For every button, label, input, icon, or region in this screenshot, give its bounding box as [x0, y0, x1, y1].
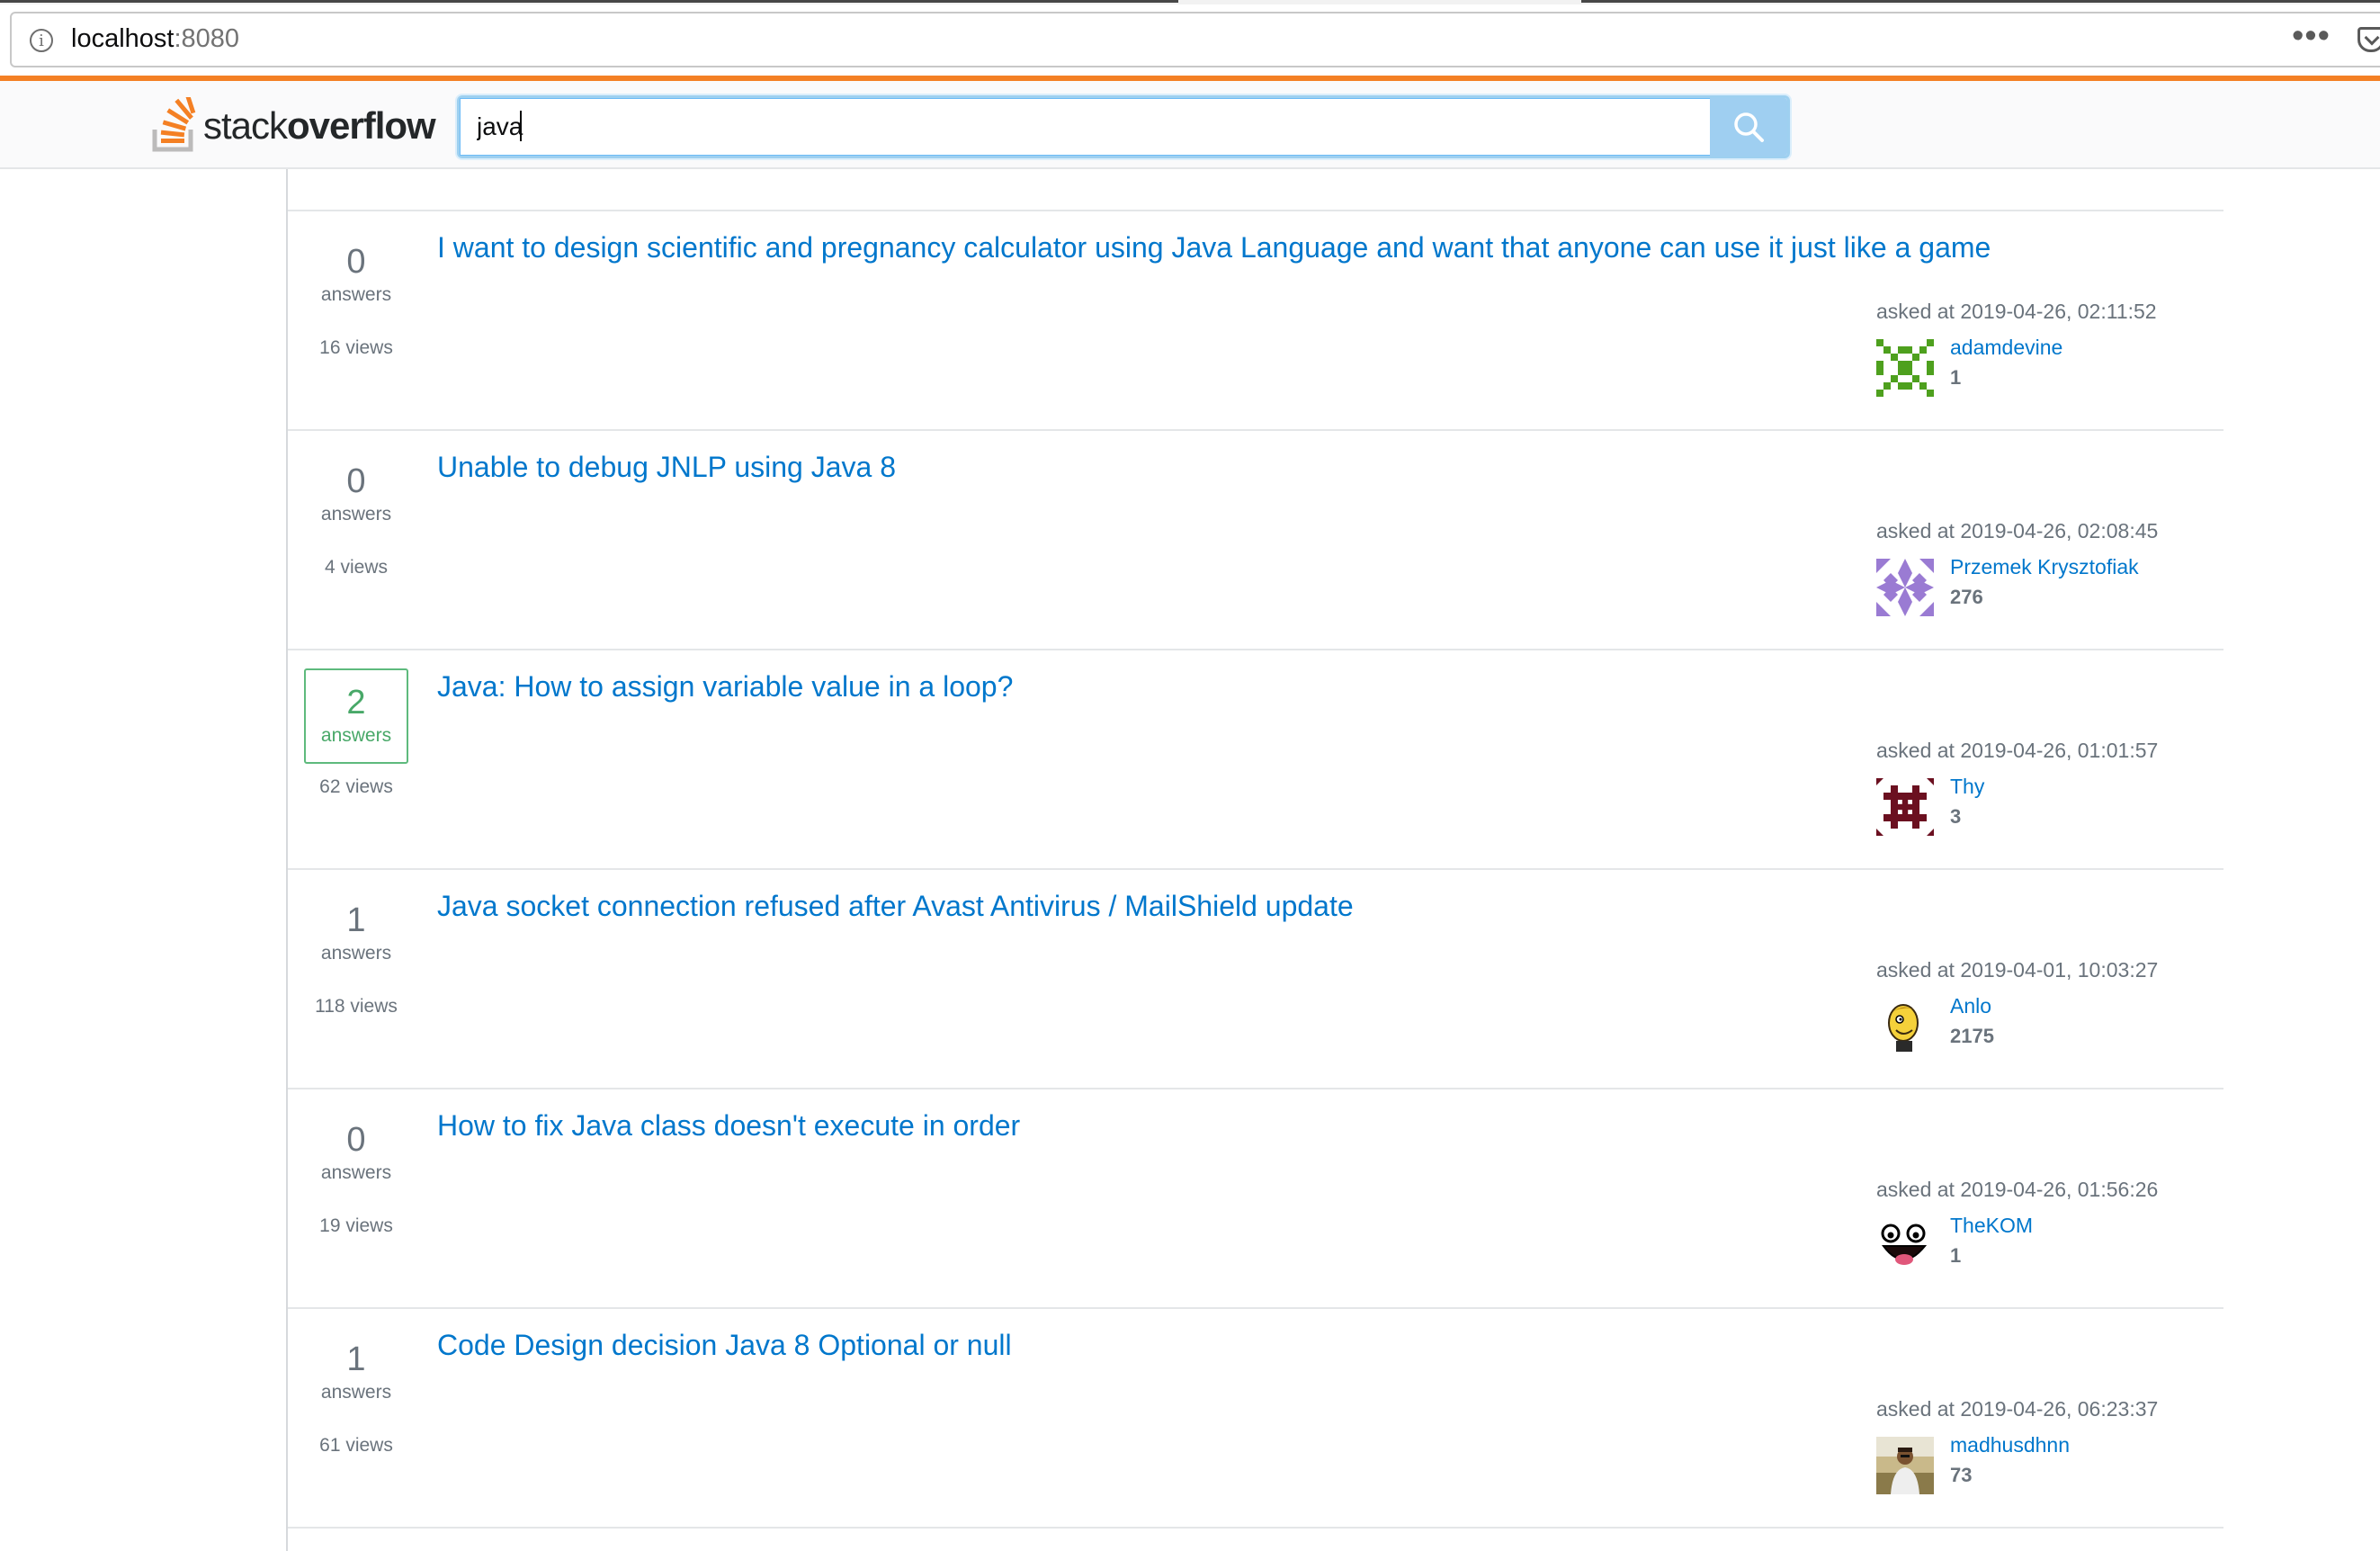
question-stats: 1 answers 61 views — [304, 1327, 408, 1457]
view-count: 62 views — [319, 776, 393, 797]
user-reputation: 3 — [1950, 805, 1962, 828]
user-reputation: 2175 — [1950, 1025, 1994, 1047]
answer-count-box: 0 answers — [304, 449, 408, 544]
question-title-link[interactable]: How to fix Java class doesn't execute in… — [437, 1109, 1020, 1143]
view-count: 61 views — [319, 1435, 393, 1456]
question-summary: 1 answers 61 views Code Design decision … — [288, 1309, 2223, 1529]
question-stats: 0 answers 19 views — [304, 1107, 408, 1237]
search-button[interactable] — [1710, 98, 1787, 156]
maroon-identicon — [1876, 778, 1934, 836]
answer-count: 2 — [346, 684, 366, 722]
answers-label: answers — [320, 725, 392, 746]
user-avatar[interactable] — [1876, 778, 1934, 836]
user-avatar[interactable] — [1876, 339, 1934, 397]
asked-time: asked at 2019-04-01, 10:03:27 — [1876, 958, 2159, 982]
tab-strip-segment — [1581, 0, 2380, 3]
user-name-link[interactable]: adamdevine — [1950, 336, 2062, 360]
question-list: 0 answers 16 views I want to design scie… — [286, 169, 2223, 1551]
text-cursor — [520, 111, 522, 141]
answers-label: answers — [320, 1162, 392, 1183]
user-name-link[interactable]: Thy — [1950, 775, 1984, 799]
answer-count: 0 — [346, 1121, 366, 1159]
user-name-link[interactable]: TheKOM — [1950, 1214, 2033, 1238]
asked-time: asked at 2019-04-26, 02:11:52 — [1876, 300, 2157, 323]
view-count: 19 views — [319, 1215, 393, 1236]
question-stats: 0 answers 4 views — [304, 449, 408, 578]
answer-count-box: 1 answers — [304, 1327, 408, 1422]
question-title-link[interactable]: I want to design scientific and pregnanc… — [437, 231, 1991, 264]
question-summary: 0 answers 16 views I want to design scie… — [288, 211, 2223, 431]
question-title-link[interactable]: Code Design decision Java 8 Optional or … — [437, 1329, 1012, 1362]
smiley-face-avatar — [1876, 1217, 1934, 1275]
stackoverflow-logo-icon — [152, 97, 196, 152]
question-owner: asked at 2019-04-26, 01:01:57 Thy 3 — [1876, 739, 2218, 836]
answer-count: 1 — [346, 1340, 366, 1378]
question-owner: asked at 2019-04-01, 10:03:27 Anlo 2175 — [1876, 958, 2218, 1055]
answer-count: 1 — [346, 901, 366, 939]
user-reputation: 1 — [1950, 366, 1962, 389]
question-owner: asked at 2019-04-26, 02:08:45 Przemek Kr… — [1876, 519, 2218, 616]
site-header: stackoverflow — [0, 76, 2380, 169]
answers-label: answers — [320, 943, 392, 964]
cartoon-face-avatar — [1876, 998, 1934, 1055]
question-summary: 2 answers 62 views Java: How to assign v… — [288, 650, 2223, 870]
question-title-link[interactable]: Unable to debug JNLP using Java 8 — [437, 451, 896, 484]
question-stats: 0 answers 16 views — [304, 229, 408, 359]
pocket-icon[interactable] — [2358, 27, 2380, 52]
asked-time: asked at 2019-04-26, 02:08:45 — [1876, 519, 2159, 542]
question-summary: 0 answers 4 views Unable to debug JNLP u… — [288, 431, 2223, 650]
answer-count-box: 2 answers — [304, 668, 408, 764]
url-host: localhost — [71, 24, 174, 53]
question-title-link[interactable]: Java: How to assign variable value in a … — [437, 670, 1013, 704]
answer-count-box: 0 answers — [304, 229, 408, 325]
user-avatar[interactable] — [1876, 1437, 1934, 1494]
answer-count-box: 0 answers — [304, 1107, 408, 1203]
stackoverflow-logo[interactable]: stackoverflow — [151, 97, 439, 153]
asked-time: asked at 2019-04-26, 01:56:26 — [1876, 1178, 2159, 1201]
asked-time: asked at 2019-04-26, 01:01:57 — [1876, 739, 2159, 762]
answers-label: answers — [320, 504, 392, 524]
view-count: 118 views — [315, 996, 398, 1017]
answers-label: answers — [320, 1382, 392, 1403]
user-reputation: 1 — [1950, 1244, 1962, 1267]
user-name-link[interactable]: madhusdhnn — [1950, 1433, 2070, 1457]
url-text[interactable]: localhost:8080 — [71, 24, 239, 54]
answers-label: answers — [320, 284, 392, 305]
user-avatar[interactable] — [1876, 1217, 1934, 1275]
answer-count: 0 — [346, 462, 366, 500]
question-summary: 1 answers 118 views Java socket connecti… — [288, 870, 2223, 1089]
user-avatar[interactable] — [1876, 559, 1934, 616]
tab-strip-segment — [0, 0, 1178, 3]
search-box — [457, 95, 1790, 158]
user-avatar[interactable] — [1876, 998, 1934, 1055]
question-title-link[interactable]: Java socket connection refused after Ava… — [437, 890, 1354, 923]
user-reputation: 276 — [1950, 586, 1983, 608]
view-count: 16 views — [319, 337, 393, 358]
question-owner: asked at 2019-04-26, 06:23:37 madhusdhnn… — [1876, 1397, 2218, 1494]
url-port: :8080 — [174, 24, 240, 53]
search-icon — [1734, 112, 1764, 142]
view-count: 4 views — [324, 557, 389, 578]
logo-wordmark: stackoverflow — [203, 104, 436, 147]
answer-count-box: 1 answers — [304, 888, 408, 983]
question-owner: asked at 2019-04-26, 01:56:26 TheKOM 1 — [1876, 1178, 2218, 1275]
page-actions-icon[interactable]: ••• — [2292, 17, 2331, 56]
question-owner: asked at 2019-04-26, 02:11:52 adamdevine… — [1876, 300, 2218, 397]
user-name-link[interactable]: Anlo — [1950, 994, 1991, 1018]
question-summary: 0 answers 19 views How to fix Java class… — [288, 1089, 2223, 1309]
photo-avatar — [1876, 1437, 1934, 1494]
answer-count: 0 — [346, 243, 366, 281]
asked-time: asked at 2019-04-26, 06:23:37 — [1876, 1397, 2159, 1421]
purple-identicon — [1876, 559, 1934, 616]
question-stats: 1 answers 118 views — [304, 888, 408, 1018]
browser-tab-strip — [0, 0, 2380, 4]
user-name-link[interactable]: Przemek Krysztofiak — [1950, 555, 2139, 579]
user-reputation: 73 — [1950, 1464, 1973, 1486]
search-input[interactable] — [460, 98, 1710, 156]
question-stats: 2 answers 62 views — [304, 668, 408, 798]
green-identicon — [1876, 339, 1934, 397]
address-bar[interactable]: i localhost:8080 ••• — [10, 12, 2380, 67]
site-info-icon[interactable]: i — [30, 29, 53, 52]
